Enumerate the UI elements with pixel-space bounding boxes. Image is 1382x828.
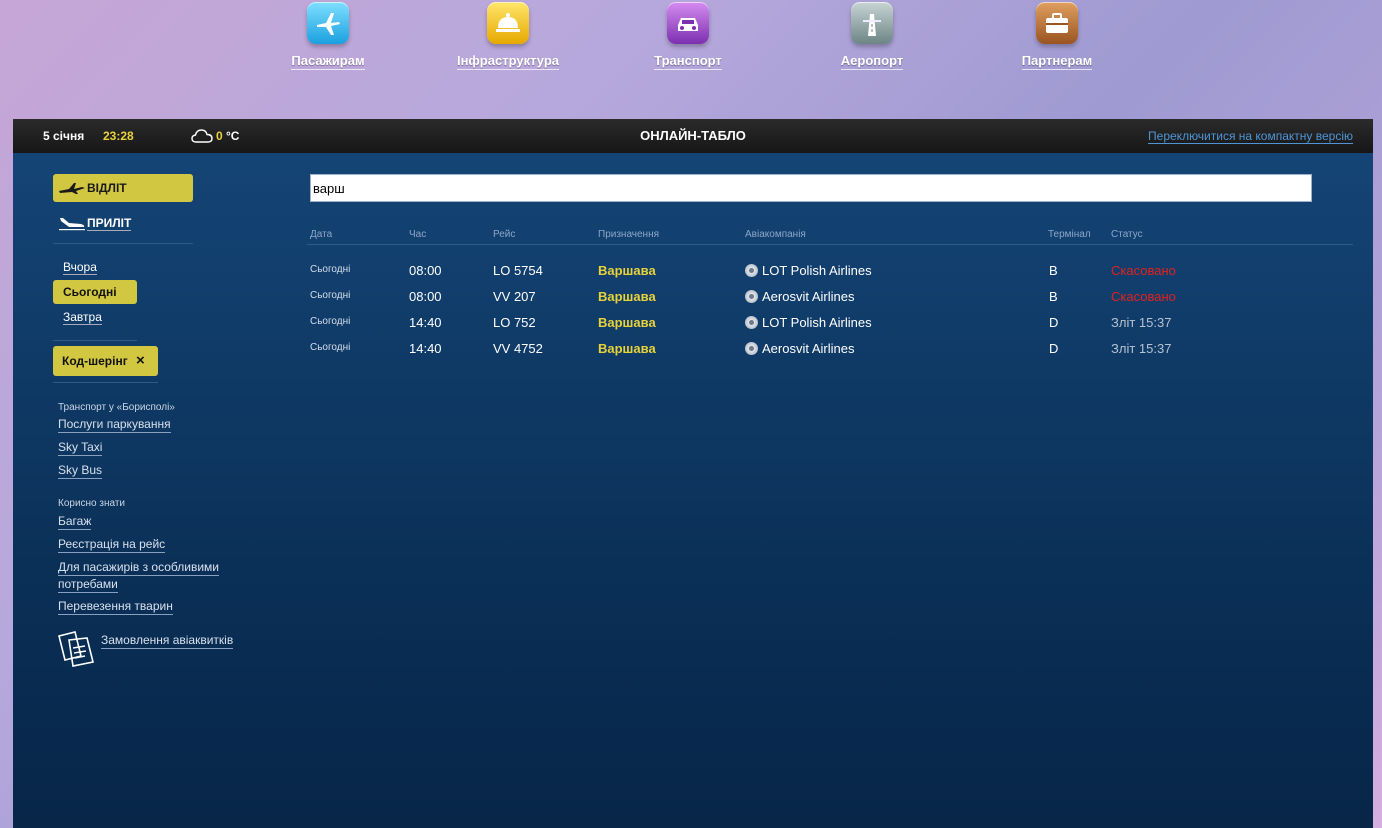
cloche-icon: [487, 2, 529, 44]
row-destination: Варшава: [598, 341, 656, 356]
sky-taxi-link[interactable]: Sky Taxi: [58, 440, 103, 456]
separator: [53, 340, 137, 341]
row-time: 14:40: [409, 315, 442, 330]
col-airline: Авіакомпанія: [745, 229, 806, 240]
row-status: Зліт 15:37: [1111, 315, 1172, 330]
col-terminal: Термінал: [1048, 229, 1091, 240]
close-icon[interactable]: ×: [136, 352, 145, 369]
airline-logo-icon: [745, 316, 758, 329]
row-destination: Варшава: [598, 263, 656, 278]
row-date: Сьогодні: [310, 290, 351, 301]
airline-logo-icon: [745, 290, 758, 303]
nav-infrastructure[interactable]: Інфраструктура: [428, 0, 588, 70]
row-flight: VV 207: [493, 289, 536, 304]
row-time: 08:00: [409, 263, 442, 278]
arrival-plane-icon: [59, 218, 85, 231]
header-divider: [307, 244, 1353, 245]
row-date: Сьогодні: [310, 342, 351, 353]
row-destination: Варшава: [598, 289, 656, 304]
separator: [53, 243, 193, 244]
special-needs-link[interactable]: Для пасажирів з особливими: [58, 560, 219, 576]
special-needs-link-cont[interactable]: потребами: [58, 577, 118, 593]
row-destination: Варшава: [598, 315, 656, 330]
row-airline: Aerosvit Airlines: [745, 341, 854, 356]
separator: [53, 382, 158, 383]
row-time: 08:00: [409, 289, 442, 304]
row-date: Сьогодні: [310, 316, 351, 327]
departure-label: ВІДЛІТ: [87, 181, 127, 195]
ticket-icon: [58, 631, 94, 667]
parking-link[interactable]: Послуги паркування: [58, 417, 171, 433]
row-terminal: B: [1049, 289, 1058, 304]
row-airline: Aerosvit Airlines: [745, 289, 854, 304]
runway-icon: [851, 2, 893, 44]
board-header: 5 січня 23:28 0 °C ОНЛАЙН-ТАБЛО Переключ…: [13, 119, 1373, 153]
airline-logo-icon: [745, 264, 758, 277]
row-terminal: D: [1049, 315, 1059, 330]
row-airline: LOT Polish Airlines: [745, 315, 872, 330]
row-flight: VV 4752: [493, 341, 543, 356]
checkin-link[interactable]: Реєстрація на рейс: [58, 537, 166, 553]
row-date: Сьогодні: [310, 264, 351, 275]
nav-passengers[interactable]: Пасажирам: [248, 0, 408, 70]
row-flight: LO 5754: [493, 263, 543, 278]
sky-bus-link[interactable]: Sky Bus: [58, 463, 103, 479]
tickets-order-link[interactable]: Замовлення авіаквитків: [101, 633, 234, 649]
departure-plane-icon: [59, 183, 85, 194]
col-time: Час: [409, 229, 427, 240]
top-navigation: Пасажирам Інфраструктура Транспорт Аероп…: [0, 0, 1382, 118]
nav-transport[interactable]: Транспорт: [608, 0, 768, 70]
nav-partners[interactable]: Партнерам: [977, 0, 1137, 70]
briefcase-icon: [1036, 2, 1078, 44]
car-icon: [667, 2, 709, 44]
arrival-button[interactable]: ПРИЛІТ: [53, 209, 193, 237]
col-status: Статус: [1111, 229, 1143, 240]
online-board: 5 січня 23:28 0 °C ОНЛАЙН-ТАБЛО Переключ…: [13, 119, 1373, 828]
row-flight: LO 752: [493, 315, 536, 330]
row-terminal: D: [1049, 341, 1059, 356]
flight-search-input[interactable]: [310, 174, 1312, 202]
useful-section-title: Корисно знати: [58, 498, 126, 509]
airplane-icon: [307, 2, 349, 44]
col-destination: Призначення: [598, 229, 660, 240]
airline-logo-icon: [745, 342, 758, 355]
day-tomorrow[interactable]: Завтра: [53, 305, 137, 329]
pets-link[interactable]: Перевезення тварин: [58, 599, 173, 615]
nav-airport[interactable]: Аеропорт: [792, 0, 952, 70]
col-date: Дата: [310, 229, 333, 240]
baggage-link[interactable]: Багаж: [58, 514, 92, 530]
day-today[interactable]: Сьогодні: [53, 280, 137, 304]
row-status: Скасовано: [1111, 289, 1176, 304]
row-status: Скасовано: [1111, 263, 1176, 278]
transport-section-title: Транспорт у «Борисполі»: [58, 402, 175, 413]
row-terminal: B: [1049, 263, 1058, 278]
codeshare-label: Код-шерінг: [62, 354, 128, 368]
codeshare-filter[interactable]: Код-шерінг ×: [53, 346, 158, 376]
departure-button[interactable]: ВІДЛІТ: [53, 174, 193, 202]
compact-version-link[interactable]: Переключитися на компактну версію: [1148, 129, 1353, 144]
row-airline: LOT Polish Airlines: [745, 263, 872, 278]
col-flight: Рейс: [493, 229, 516, 240]
day-yesterday[interactable]: Вчора: [53, 255, 137, 279]
arrival-label: ПРИЛІТ: [87, 216, 132, 231]
row-status: Зліт 15:37: [1111, 341, 1172, 356]
row-time: 14:40: [409, 341, 442, 356]
